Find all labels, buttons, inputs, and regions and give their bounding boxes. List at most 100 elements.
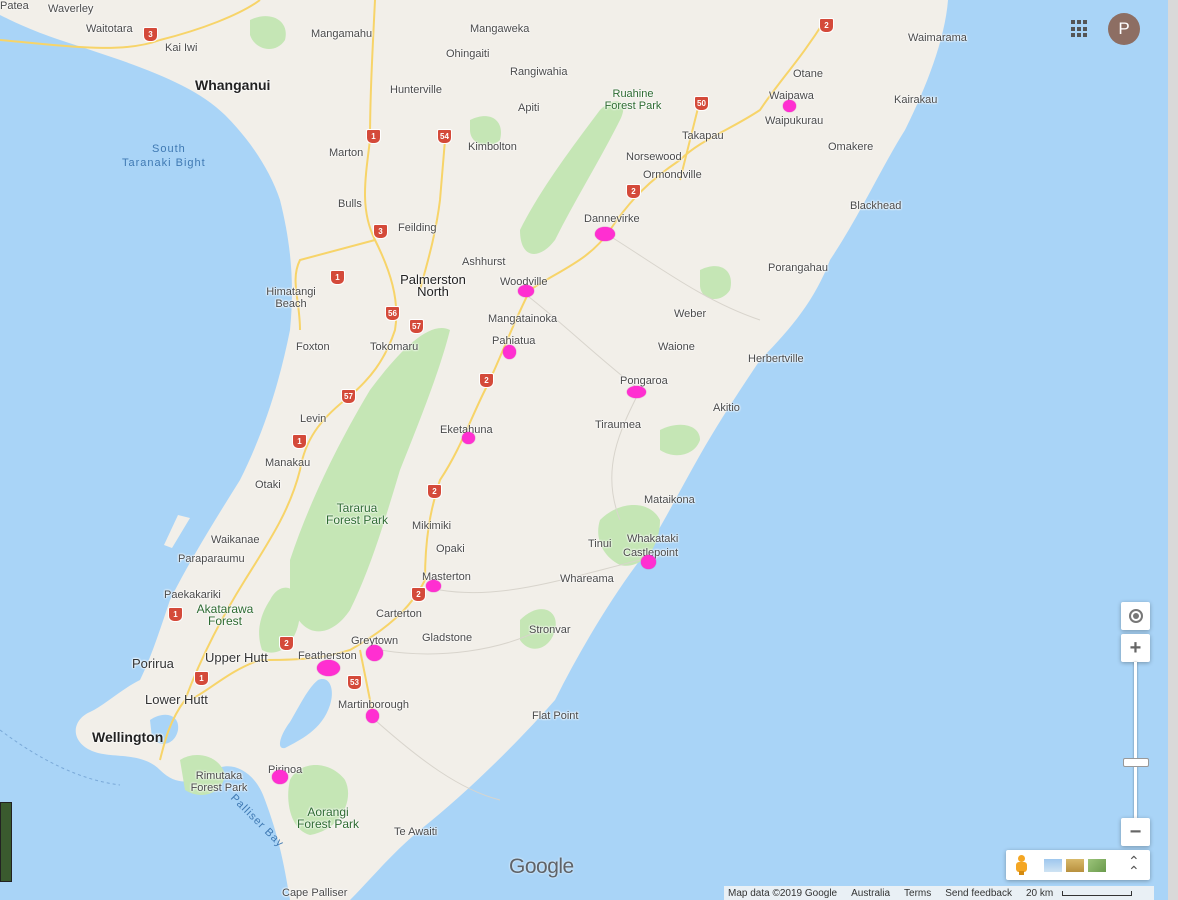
pegman-icon[interactable] (1016, 855, 1027, 875)
place-label: Gladstone (422, 632, 473, 644)
place-label: Feilding (398, 222, 437, 234)
place-label: Weber (674, 308, 707, 320)
route-shield: 2 (427, 484, 442, 499)
place-label: Pongaroa (620, 375, 668, 387)
route-shield: 56 (385, 306, 400, 321)
scale-label[interactable]: 20 km (1026, 888, 1053, 899)
route-shield: 1 (292, 434, 307, 449)
place-label: Paekakariki (164, 589, 221, 601)
avatar[interactable]: P (1108, 13, 1140, 45)
imagery-thumb-sky[interactable] (1044, 859, 1062, 872)
place-label: Tokomaru (370, 341, 419, 353)
park-label-akatarawa: Akatarawa Forest (196, 602, 254, 628)
zoom-in-button[interactable]: + (1121, 634, 1150, 662)
place-label-palmerston-north: Palmerston North (400, 272, 466, 299)
place-label: Kairakau (894, 94, 938, 106)
map-data-text: Map data ©2019 Google (728, 887, 838, 899)
map-marker-woodville[interactable] (518, 285, 534, 297)
place-label: Otane (793, 68, 823, 80)
my-location-button[interactable] (1121, 602, 1150, 630)
place-label: Ohingaiti (446, 48, 490, 60)
place-label: Manakau (265, 457, 311, 469)
place-label: Paraparaumu (178, 553, 245, 565)
park-label-tararua: Tararua Forest Park (325, 501, 388, 527)
send-feedback-link[interactable]: Send feedback (945, 888, 1012, 899)
map-marker-featherston[interactable] (317, 660, 340, 676)
place-label: Ashhurst (462, 256, 506, 268)
map-marker-pahiatua[interactable] (503, 345, 516, 359)
place-label: Stronvar (529, 624, 571, 636)
place-label: Waipukurau (765, 115, 824, 127)
route-shield: 53 (347, 675, 362, 690)
layers-panel[interactable]: ⌃ ⌃ (1006, 850, 1150, 880)
route-shield: 2 (626, 184, 641, 199)
route-shield: 54 (437, 129, 452, 144)
place-label: Porangahau (768, 262, 828, 274)
map-marker-pirinoa[interactable] (272, 770, 288, 784)
place-label: Otaki (255, 479, 281, 491)
place-label: Rangiwahia (510, 66, 568, 78)
map-canvas[interactable] (0, 0, 1178, 900)
place-label: Whareama (560, 573, 614, 585)
water-label-south: South (152, 143, 186, 155)
place-label: Bulls (338, 198, 362, 210)
imagery-thumb-terrain[interactable] (1088, 859, 1106, 872)
route-shield: 1 (194, 671, 209, 686)
place-label: Tinui (588, 538, 612, 550)
place-label: Whakataki (627, 533, 679, 545)
place-label: Mikimiki (412, 520, 452, 532)
attribution-bar: Map data ©2019 Google Australia Terms Se… (724, 886, 1154, 900)
place-label: Mangatainoka (488, 313, 558, 325)
place-label: Upper Hutt (205, 650, 268, 665)
zoom-slider-track[interactable] (1134, 662, 1137, 818)
place-label: Waimarama (908, 32, 967, 44)
place-label: Te Awaiti (394, 826, 438, 838)
map-marker-dannevirke[interactable] (595, 227, 615, 241)
place-label: Waikanae (211, 534, 260, 546)
place-label: Pahiatua (492, 335, 536, 347)
place-label: Lower Hutt (145, 692, 208, 707)
map-marker-waipawa[interactable] (783, 100, 796, 112)
place-label: Ormondville (643, 169, 702, 181)
scale-bar (1062, 890, 1133, 896)
place-label-whanganui: Whanganui (195, 77, 271, 93)
place-label: Dannevirke (584, 213, 640, 225)
map-marker-pongaroa[interactable] (627, 386, 646, 398)
imagery-thumb-field[interactable] (1066, 859, 1084, 872)
map-marker-masterton[interactable] (426, 580, 441, 592)
route-shield: 1 (330, 270, 345, 285)
route-shield: 57 (341, 389, 356, 404)
region-link[interactable]: Australia (851, 888, 890, 899)
my-location-icon (1128, 609, 1143, 623)
apps-grid-icon[interactable] (1071, 20, 1089, 38)
google-logo: Google (509, 855, 574, 878)
water-label-taranaki-bight: Taranaki Bight (122, 157, 206, 169)
place-label: Cape Palliser (282, 887, 348, 899)
map-marker-martinborough[interactable] (366, 709, 379, 723)
terms-link[interactable]: Terms (904, 888, 931, 899)
place-label: Rimutaka Forest Park (190, 770, 248, 794)
place-label-wellington: Wellington (92, 729, 164, 745)
route-shield: 57 (409, 319, 424, 334)
map-marker-castlepoint[interactable] (641, 555, 656, 569)
layer-thumbnail[interactable] (0, 802, 12, 882)
kapiti-island (164, 515, 190, 548)
place-label: Levin (300, 413, 327, 425)
route-shield: 2 (279, 636, 294, 651)
place-label: Porirua (132, 656, 174, 671)
place-label: Blackhead (850, 200, 902, 212)
route-shield: 2 (819, 18, 834, 33)
map-marker-eketahuna[interactable] (462, 432, 475, 444)
map-marker-greytown[interactable] (366, 645, 383, 661)
chevron-up-icon[interactable]: ⌃ ⌃ (1128, 854, 1140, 878)
route-shield: 2 (411, 587, 426, 602)
zoom-slider-handle[interactable] (1123, 758, 1149, 767)
place-label: Waione (658, 341, 695, 353)
right-edge-bar (1168, 0, 1178, 900)
place-label: Foxton (296, 341, 330, 353)
place-label: Tiraumea (595, 419, 642, 431)
park-label-ruahine: Ruahine Forest Park (604, 88, 662, 112)
place-label: Takapau (682, 130, 724, 142)
place-label: Mangaweka (470, 23, 530, 35)
zoom-out-button[interactable]: − (1121, 818, 1150, 846)
